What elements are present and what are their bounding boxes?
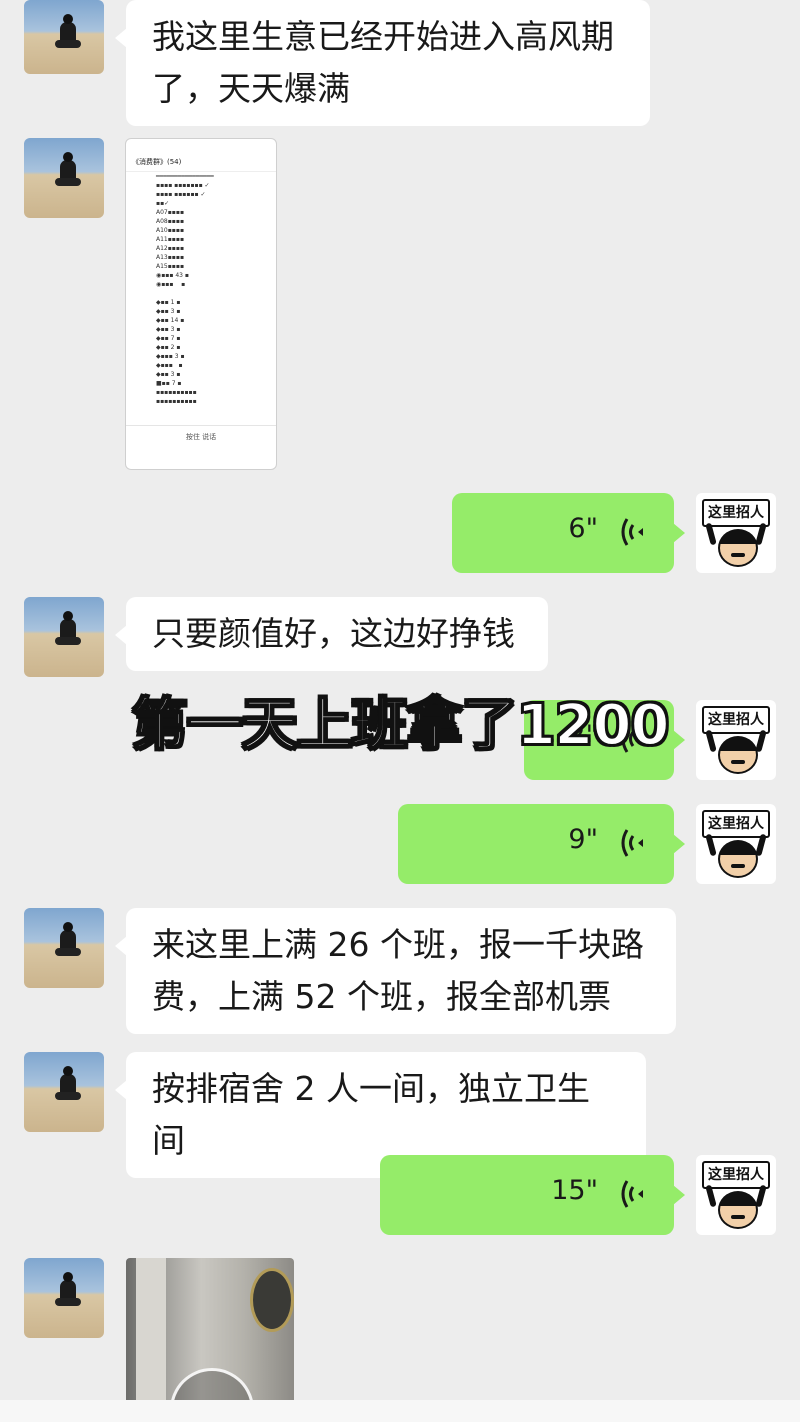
message-bubble-incoming[interactable]: 我这里生意已经开始进入高风期 了，天天爆满	[115, 0, 650, 126]
video-message-thumbnail[interactable]	[126, 1258, 294, 1408]
message-text-line: 我这里生意已经开始进入高风期	[152, 17, 614, 56]
screenshot-status-bar	[126, 139, 276, 155]
screenshot-line: A08▪▪▪▪	[156, 218, 185, 225]
voice-wave-icon	[621, 829, 643, 857]
contact-avatar[interactable]	[24, 1052, 104, 1132]
screenshot-line: ▪▪▪▪ ▪▪▪▪▪▪ ✓	[156, 191, 206, 198]
voice-wave-icon	[621, 518, 643, 546]
screenshot-line: ◆▪▪ 7 ▪	[156, 335, 181, 342]
avatar-sign-text: 这里招人	[702, 810, 770, 838]
screenshot-line: ━━━━━━━━━━━━━━━━	[156, 173, 214, 180]
video-overlay-caption: 第一天上班拿了1200	[131, 692, 671, 759]
message-text-line: 了，天天爆满	[152, 69, 350, 108]
screenshot-line: A12▪▪▪▪	[156, 245, 185, 252]
voice-message-outgoing[interactable]: 9"	[398, 804, 685, 884]
screenshot-line: A13▪▪▪▪	[156, 254, 185, 261]
meme-face-icon	[718, 1191, 758, 1229]
my-avatar[interactable]: 这里招人	[696, 493, 776, 573]
avatar-sign-text: 这里招人	[702, 1161, 770, 1189]
person-silhouette-icon	[55, 14, 81, 48]
voice-message-outgoing[interactable]: 15"	[380, 1155, 685, 1235]
message-bubble-incoming[interactable]: 只要颜值好，这边好挣钱	[115, 597, 548, 671]
voice-duration: 9"	[568, 824, 598, 855]
contact-avatar[interactable]	[24, 0, 104, 74]
screenshot-line: ◆▪▪ 3 ▪	[156, 371, 181, 378]
meme-face-icon	[718, 529, 758, 567]
screenshot-chat-title: 《消费群》(54)	[126, 155, 276, 172]
person-silhouette-icon	[55, 1272, 81, 1306]
screenshot-line: ◆▪▪▪ 3 ▪	[156, 353, 185, 360]
meme-face-icon	[718, 840, 758, 878]
screenshot-line: ◆▪▪ 14 ▪	[156, 317, 185, 324]
screenshot-line: ▪▪▪▪▪▪▪▪▪▪	[156, 398, 197, 405]
voice-message-outgoing[interactable]: 6"	[452, 493, 685, 573]
screenshot-line: ◆▪▪ 1 ▪	[156, 299, 181, 306]
message-text: 按排宿舍 2 人一间，独立卫生间	[152, 1069, 590, 1160]
voice-duration: 6"	[568, 513, 598, 544]
screenshot-hold-to-talk: 按住 说话	[185, 433, 217, 441]
message-bubble-incoming[interactable]: 来这里上满 26 个班，报一千块路 费，上满 52 个班，报全部机票	[115, 908, 676, 1034]
screenshot-line: A11▪▪▪▪	[156, 236, 185, 243]
screenshot-line: ▪▪▪▪▪▪▪▪▪▪	[156, 389, 197, 396]
screenshot-line: ◆▪▪ 3 ▪	[156, 326, 181, 333]
screenshot-line: ◆▪▪▪ ▪	[156, 362, 183, 369]
message-text: 只要颜值好，这边好挣钱	[152, 614, 515, 653]
screenshot-line: A07▪▪▪▪	[156, 209, 185, 216]
my-avatar[interactable]: 这里招人	[696, 1155, 776, 1235]
person-silhouette-icon	[55, 611, 81, 645]
person-silhouette-icon	[55, 922, 81, 956]
contact-avatar[interactable]	[24, 1258, 104, 1338]
screenshot-line	[126, 289, 276, 298]
voice-wave-icon	[621, 1180, 643, 1208]
screenshot-input-bar: 按住 说话	[126, 425, 276, 469]
screenshot-line: ■▪▪ 7 ▪	[156, 380, 182, 387]
screenshot-line: A10▪▪▪▪	[156, 227, 185, 234]
screenshot-line: ▪▪✓	[156, 200, 170, 207]
screenshot-line: ◉▪▪▪ ▪	[156, 281, 186, 288]
contact-avatar[interactable]	[24, 138, 104, 218]
shared-screenshot-image[interactable]: 《消费群》(54) ━━━━━━━━━━━━━━━━ ▪▪▪▪ ▪▪▪▪▪▪▪ …	[125, 138, 277, 470]
screenshot-line: A15▪▪▪▪	[156, 263, 185, 270]
screenshot-line: ◆▪▪ 2 ▪	[156, 344, 181, 351]
contact-avatar[interactable]	[24, 597, 104, 677]
screenshot-line: ◉▪▪▪ 43 ▪	[156, 272, 189, 279]
avatar-sign-text: 这里招人	[702, 499, 770, 527]
voice-duration: 15"	[551, 1175, 598, 1206]
message-text-line: 费，上满 52 个班，报全部机票	[152, 977, 611, 1016]
person-silhouette-icon	[55, 1066, 81, 1100]
my-avatar[interactable]: 这里招人	[696, 804, 776, 884]
screenshot-line: ▪▪▪▪ ▪▪▪▪▪▪▪ ✓	[156, 182, 210, 189]
message-text-line: 来这里上满 26 个班，报一千块路	[152, 925, 644, 964]
screenshot-line: ◆▪▪ 3 ▪	[156, 308, 181, 315]
contact-avatar[interactable]	[24, 908, 104, 988]
bottom-input-bar	[0, 1400, 800, 1422]
person-silhouette-icon	[55, 152, 81, 186]
